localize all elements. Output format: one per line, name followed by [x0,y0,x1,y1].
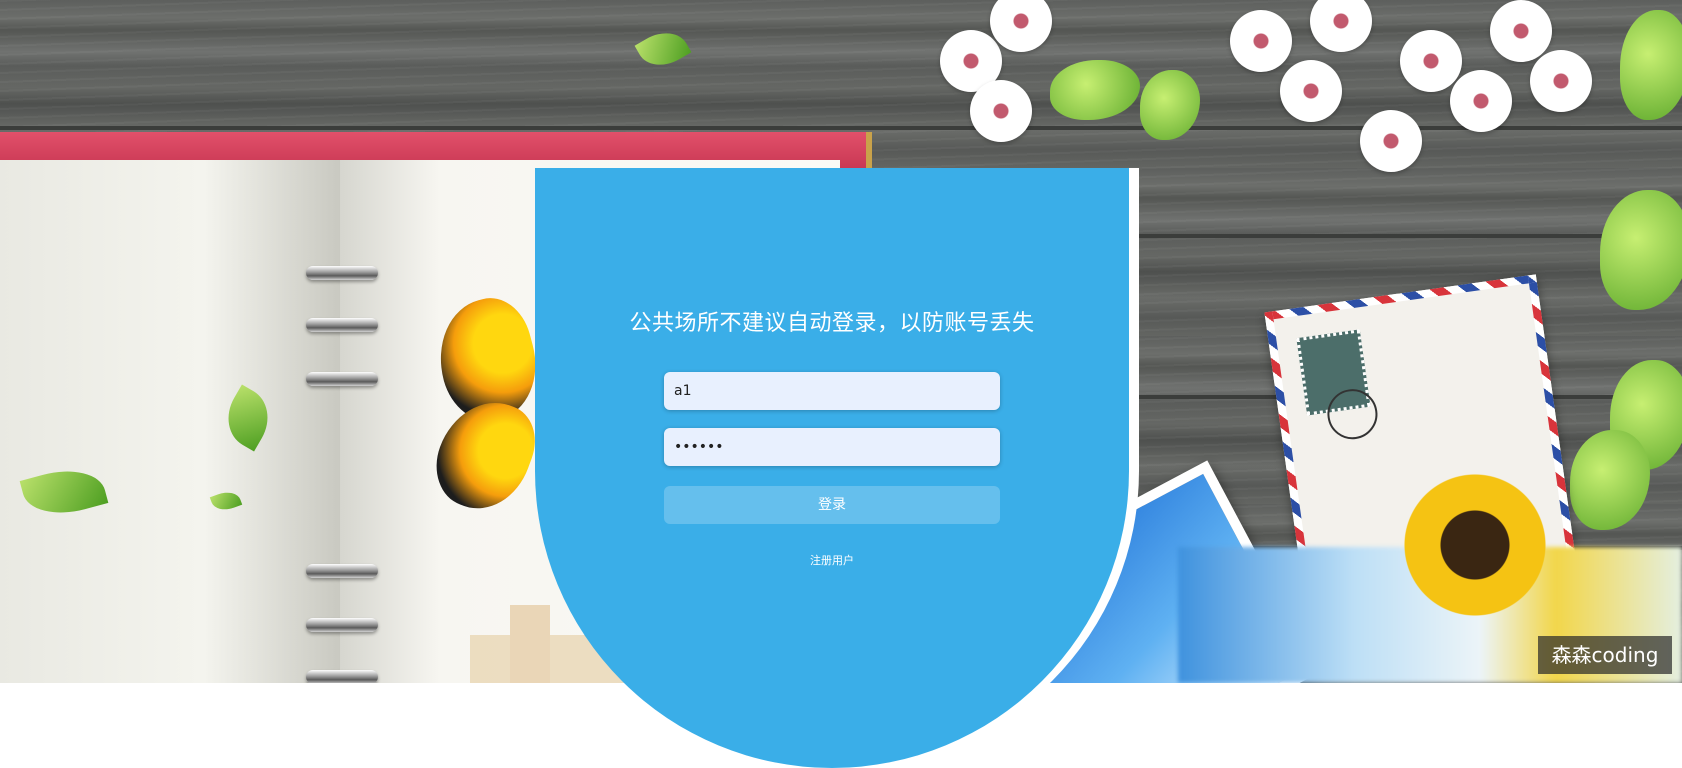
login-button[interactable]: 登录 [664,486,1000,524]
notebook-ring [306,266,378,280]
notebook-ring [306,372,378,386]
notebook-ring [306,618,378,632]
sunflower-image [1400,470,1550,620]
login-title: 公共场所不建议自动登录，以防账号丢失 [629,311,1035,336]
notebook-ring [306,670,378,683]
notebook-ring [306,564,378,578]
notebook-page-left [0,160,340,683]
notebook-ring [306,318,378,332]
password-input[interactable] [664,428,1000,466]
register-link[interactable]: 注册用户 [535,554,1129,568]
username-input[interactable] [664,372,1000,410]
login-panel: 公共场所不建议自动登录，以防账号丢失 登录 注册用户 [535,168,1129,768]
watermark-label: 森森coding [1538,636,1672,674]
